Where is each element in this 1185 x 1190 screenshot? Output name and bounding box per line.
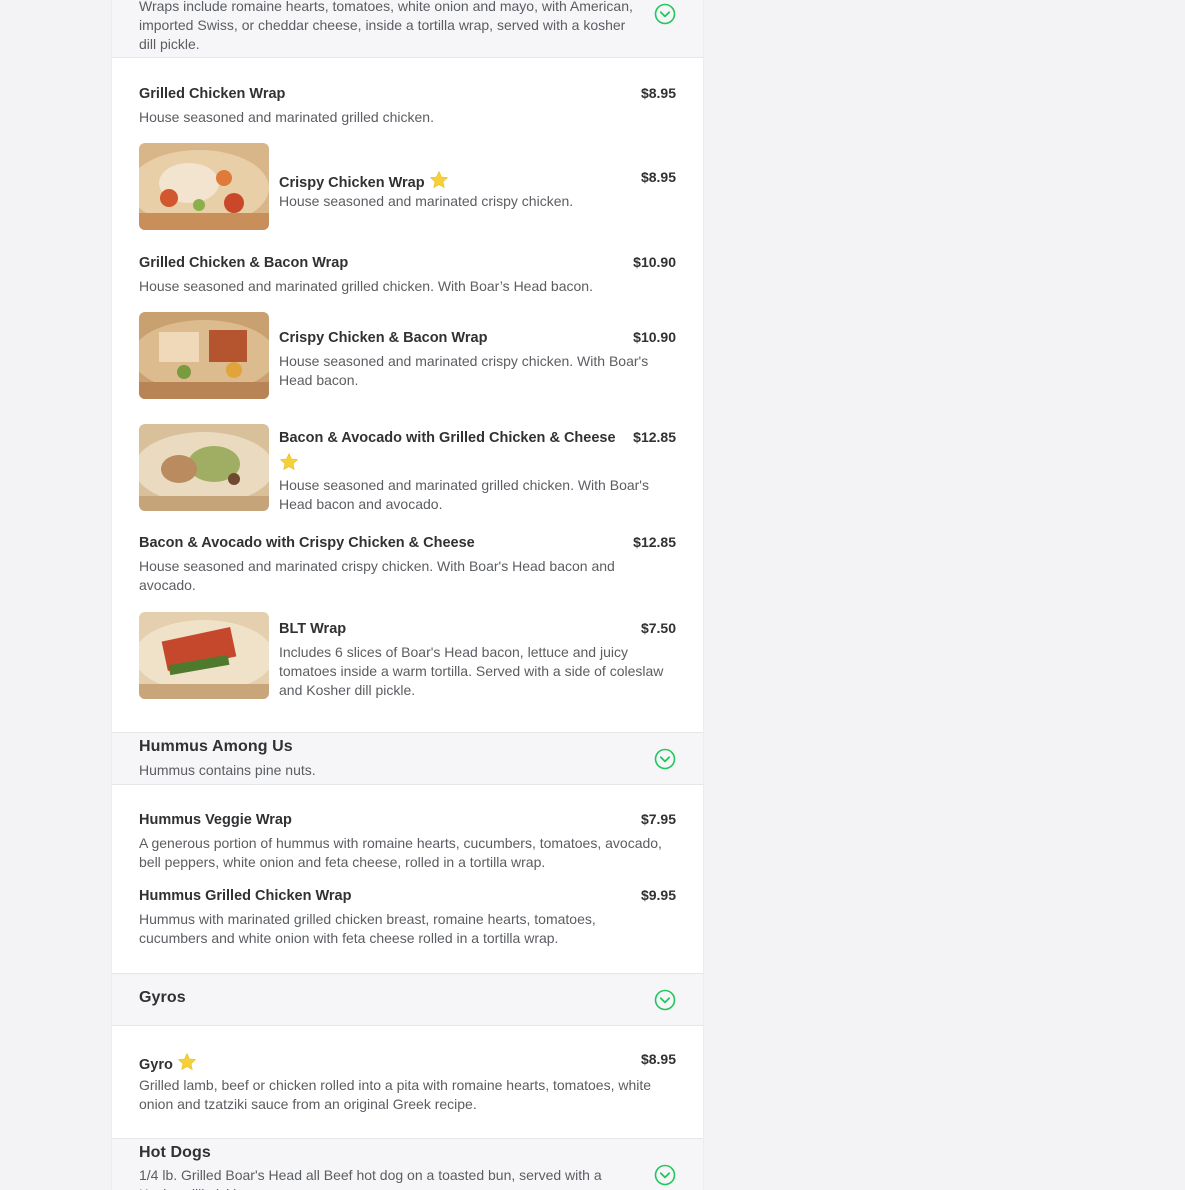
item-price: $8.95 [640, 85, 676, 101]
item-name-text: Gyro [139, 1057, 173, 1073]
section-header-gyros[interactable]: Gyros [112, 973, 703, 1026]
section-title: Hummus Among Us [139, 738, 293, 755]
chevron-down-circle-icon[interactable] [654, 989, 676, 1011]
item-price: $9.95 [640, 887, 676, 903]
item-name: Bacon & Avocado with Grilled Chicken & C… [279, 430, 616, 446]
item-description: Includes 6 slices of Boar's Head bacon, … [279, 644, 664, 698]
item-price: $12.85 [633, 534, 676, 550]
section-description: Wraps include romaine hearts, tomatoes, … [139, 0, 633, 52]
item-price: $10.90 [633, 329, 676, 345]
item-name: BLT Wrap [279, 621, 347, 637]
section-title: Gyros [139, 989, 186, 1006]
chevron-down-circle-icon[interactable] [654, 3, 676, 25]
menu-item[interactable]: BLT Wrap $7.50 Includes 6 slices of Boar… [139, 612, 676, 700]
item-name: Hummus Grilled Chicken Wrap [139, 888, 352, 904]
item-name: Grilled Chicken Wrap [139, 86, 286, 102]
item-description: House seasoned and marinated crispy chic… [139, 558, 615, 593]
section-description: 1/4 lb. Grilled Boar's Head all Beef hot… [139, 1167, 602, 1190]
item-price: $7.50 [640, 620, 676, 636]
item-description: House seasoned and marinated crispy chic… [279, 193, 574, 209]
chevron-down-circle-icon[interactable] [654, 748, 676, 770]
item-description: A generous portion of hummus with romain… [139, 835, 662, 870]
menu-item[interactable]: Bacon & Avocado with Crispy Chicken & Ch… [139, 533, 676, 595]
item-name: Crispy Chicken & Bacon Wrap [279, 330, 488, 346]
section-description: Hummus contains pine nuts. [139, 762, 316, 778]
item-description: House seasoned and marinated grilled chi… [139, 278, 593, 294]
item-description: Grilled lamb, beef or chicken rolled int… [139, 1077, 652, 1112]
menu-item[interactable]: Hummus Veggie Wrap $7.95 A generous port… [139, 810, 676, 872]
item-price: $7.95 [640, 811, 676, 827]
menu-item[interactable]: Grilled Chicken Wrap $8.95 House seasone… [139, 84, 676, 130]
item-price: $8.95 [640, 1051, 676, 1067]
chevron-down-circle-icon[interactable] [654, 1164, 676, 1186]
menu-item[interactable]: Bacon & Avocado with Grilled Chicken & C… [139, 424, 676, 514]
section-header-wraps[interactable]: Wraps include romaine hearts, tomatoes, … [112, 0, 703, 58]
menu-item[interactable]: Crispy Chicken Wrap $8.95 House seasoned… [139, 143, 676, 230]
item-price: $12.85 [633, 429, 676, 445]
item-price: $10.90 [633, 254, 676, 270]
section-header-hummus[interactable]: Hummus Among Us Hummus contains pine nut… [112, 732, 703, 785]
item-description: House seasoned and marinated grilled chi… [139, 109, 434, 125]
section-header-hotdogs[interactable]: Hot Dogs 1/4 lb. Grilled Boar's Head all… [112, 1138, 703, 1190]
food-photo [139, 312, 269, 399]
food-photo [139, 143, 269, 230]
star-icon [279, 452, 299, 472]
star-icon [429, 170, 449, 190]
menu-item[interactable]: Gyro $8.95 Grilled lamb, beef or chicken… [139, 1050, 676, 1112]
item-name: Gyro [139, 1052, 197, 1073]
item-name-text: Crispy Chicken Wrap [279, 175, 425, 191]
item-description: House seasoned and marinated grilled chi… [279, 477, 649, 512]
food-photo [139, 424, 269, 511]
menu-item[interactable]: Crispy Chicken & Bacon Wrap $10.90 House… [139, 312, 676, 399]
star-icon [177, 1052, 197, 1072]
section-title: Hot Dogs [139, 1144, 211, 1161]
item-name: Grilled Chicken & Bacon Wrap [139, 255, 349, 271]
item-description: Hummus with marinated grilled chicken br… [139, 911, 596, 946]
menu-item[interactable]: Grilled Chicken & Bacon Wrap $10.90 Hous… [139, 253, 676, 299]
menu-item[interactable]: Hummus Grilled Chicken Wrap $9.95 Hummus… [139, 886, 676, 948]
item-name: Hummus Veggie Wrap [139, 812, 292, 828]
item-description: House seasoned and marinated crispy chic… [279, 353, 649, 388]
food-photo [139, 612, 269, 699]
item-name: Crispy Chicken Wrap [279, 170, 449, 191]
item-price: $8.95 [640, 169, 676, 185]
item-name: Bacon & Avocado with Crispy Chicken & Ch… [139, 535, 475, 551]
menu-panel: Wraps include romaine hearts, tomatoes, … [111, 0, 704, 1190]
